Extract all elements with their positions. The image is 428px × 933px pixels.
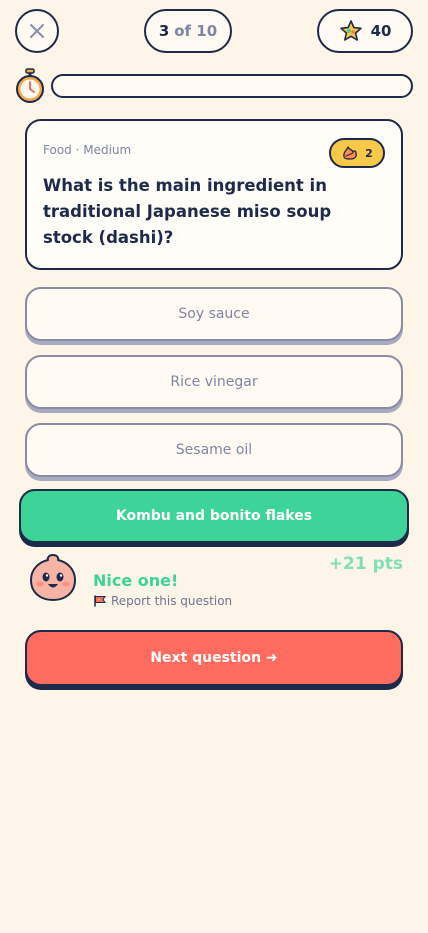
streak-badge: 2 (329, 138, 385, 168)
answer-option[interactable]: Soy sauce (25, 287, 403, 341)
next-question-button[interactable]: Next question ➜ (25, 630, 403, 686)
answer-option[interactable]: Sesame oil (25, 423, 403, 477)
close-button[interactable] (15, 9, 59, 53)
smiley-mascot (27, 551, 79, 607)
flag-icon (93, 595, 107, 607)
top-bar: 3 of 10 40 (15, 9, 413, 53)
answer-label: Sesame oil (175, 442, 253, 458)
answer-label: Kombu and bonito flakes (115, 508, 313, 524)
answer-option-correct[interactable]: Kombu and bonito flakes (19, 489, 409, 543)
answer-label: Rice vinegar (170, 374, 258, 390)
progress-total: of 10 (174, 22, 218, 40)
score-badge: 40 (317, 9, 413, 53)
flame-icon (341, 145, 359, 161)
question-card: Food · Medium 2 What is the main ingredi… (25, 119, 403, 270)
quiz-screen: 3 of 10 40 Food · Medium 2 What is the m… (0, 0, 428, 933)
answer-label: Soy sauce (178, 306, 250, 322)
score-value: 40 (370, 22, 392, 40)
points-earned: +21 pts (328, 554, 403, 574)
feedback-title: Nice one! (93, 571, 179, 590)
next-question-label: Next question ➜ (150, 650, 278, 666)
question-progress: 3 of 10 (144, 9, 232, 53)
report-label: Report this question (111, 594, 233, 608)
timer-bar (51, 74, 413, 98)
timer (15, 68, 413, 104)
question-text: What is the main ingredient in tradition… (43, 176, 332, 247)
star-icon (339, 19, 363, 43)
streak-count: 2 (365, 146, 373, 160)
answer-option[interactable]: Rice vinegar (25, 355, 403, 409)
close-icon (28, 22, 46, 40)
stopwatch-icon (15, 68, 45, 108)
answer-feedback: Nice one! Report this question +21 pts (27, 551, 403, 617)
report-question-link[interactable]: Report this question (93, 594, 232, 608)
progress-current: 3 (158, 22, 170, 40)
